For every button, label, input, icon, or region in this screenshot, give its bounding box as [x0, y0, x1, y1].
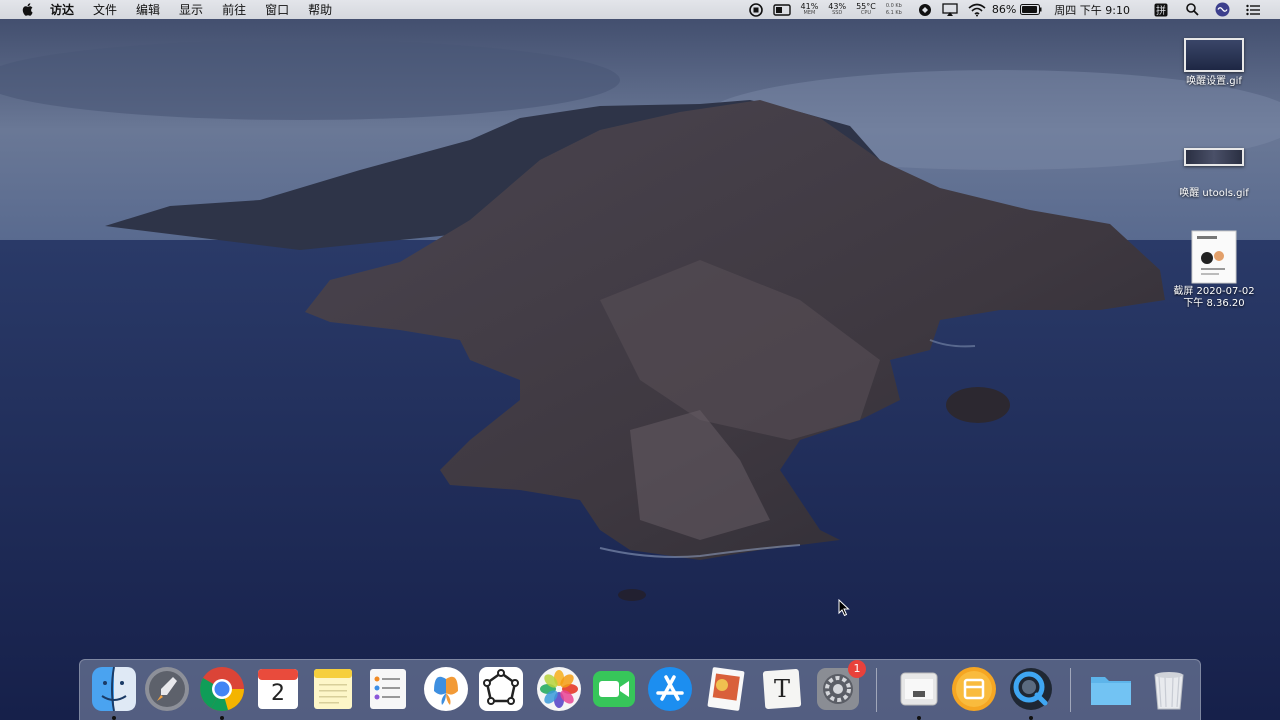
menu-help[interactable]: 帮助 [308, 1, 332, 18]
desktop-file-screenshot[interactable]: 截屏 2020-07-02 下午 8.36.20 [1159, 230, 1269, 310]
trash-icon[interactable] [1145, 665, 1193, 713]
photos-icon[interactable] [535, 665, 583, 713]
butterfly-app-icon[interactable] [422, 665, 470, 713]
app-store-icon[interactable] [646, 665, 694, 713]
desktop-wallpaper [0, 0, 1280, 720]
mouse-pointer-icon [838, 599, 850, 617]
apple-logo-icon[interactable] [20, 2, 34, 17]
network-stat[interactable]: 0.0 Kb 6.1 Kb [886, 3, 902, 17]
calendar-icon[interactable]: 2 [254, 665, 302, 713]
desktop-file-wake-settings[interactable]: 唤醒设置.gif [1159, 38, 1269, 88]
dock: 2 T 1 [79, 659, 1201, 720]
desktop-file-label: 唤醒 utools.gif [1179, 188, 1249, 199]
status-area: 41% MEM 43% SSD 55°C CPU 0.0 Kb 6.1 Kb 8… [739, 0, 1280, 19]
running-indicator [917, 716, 921, 720]
launchpad-icon[interactable] [143, 665, 191, 713]
finder-icon[interactable] [90, 665, 138, 713]
temperature-value: 55°C [856, 1, 876, 11]
menu-go[interactable]: 前往 [222, 1, 246, 18]
airplay-icon[interactable] [942, 2, 958, 17]
chrome-icon[interactable] [198, 665, 246, 713]
quicktime-icon[interactable] [1007, 665, 1055, 713]
utools-icon[interactable] [950, 665, 998, 713]
running-indicator [220, 716, 224, 720]
running-indicator [1029, 716, 1033, 720]
memory-label: MEM [803, 9, 816, 16]
typora-letter: T [773, 675, 790, 703]
folder-icon[interactable] [1087, 665, 1135, 713]
calendar-day: 2 [271, 681, 285, 706]
screenshot-thumbnail-icon [1191, 230, 1237, 284]
menu-window[interactable]: 窗口 [265, 1, 289, 18]
preview-icon[interactable] [702, 665, 750, 713]
menu-file[interactable]: 文件 [93, 1, 117, 18]
notification-badge: 1 [848, 660, 866, 678]
spotlight-search-icon[interactable] [1186, 3, 1199, 16]
running-indicator [112, 716, 116, 720]
typora-icon[interactable]: T [758, 665, 806, 713]
input-method-icon[interactable]: 拼 [1154, 3, 1168, 17]
network-download: 6.1 Kb [885, 9, 902, 16]
menu-edit[interactable]: 编辑 [136, 1, 160, 18]
menu-clock[interactable]: 周四 下午 9:10 [1054, 2, 1130, 18]
temperature-stat[interactable]: 55°C CPU [856, 1, 876, 17]
battery-icon[interactable] [1020, 4, 1042, 15]
memory-stat[interactable]: 41% MEM [800, 1, 819, 17]
desktop-file-label: 唤醒设置.gif [1186, 76, 1242, 87]
ssd-stat[interactable]: 43% SSD [828, 1, 847, 17]
graph-app-icon[interactable] [477, 665, 525, 713]
siri-icon[interactable] [1215, 2, 1230, 17]
ssd-percent: 43% [828, 1, 847, 11]
memory-percent: 41% [800, 1, 819, 11]
desktop-file-wake-utools[interactable]: 唤醒 utools.gif [1159, 148, 1269, 200]
network-upload: 0.0 Kb [885, 2, 902, 9]
dock-separator [1070, 668, 1071, 712]
gif-thumbnail-icon [1184, 148, 1244, 166]
dock-separator [876, 668, 877, 712]
desktop-file-label: 截屏 2020-07-02 下午 8.36.20 [1173, 286, 1255, 309]
wifi-icon[interactable] [968, 3, 986, 17]
notes-icon[interactable] [309, 665, 357, 713]
gif-thumbnail-icon [1184, 38, 1244, 72]
svg-text:拼: 拼 [1156, 4, 1166, 17]
vpn-icon[interactable] [918, 3, 932, 17]
system-preferences-icon[interactable]: 1 [814, 660, 866, 713]
temperature-label: CPU [860, 9, 872, 16]
reminders-icon[interactable] [364, 665, 412, 713]
menu-view[interactable]: 显示 [179, 1, 203, 18]
record-icon[interactable] [748, 2, 763, 17]
notification-center-icon[interactable] [1246, 4, 1260, 16]
menu-finder[interactable]: 访达 [50, 1, 74, 18]
memory-chip-icon[interactable] [772, 3, 791, 16]
facetime-icon[interactable] [590, 665, 638, 713]
ssd-label: SSD [832, 9, 843, 16]
simulator-app-icon[interactable] [895, 665, 943, 713]
menu-bar: 访达 文件 编辑 显示 前往 窗口 帮助 41% MEM 43% SSD 55°… [0, 0, 1280, 19]
battery-percent: 86% [991, 3, 1017, 16]
